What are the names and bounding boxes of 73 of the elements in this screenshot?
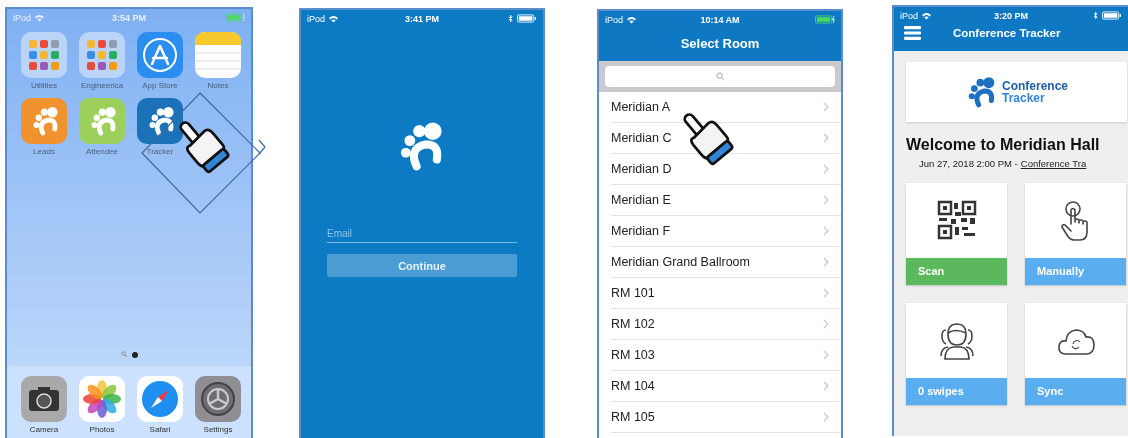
chevron-icon — [823, 133, 829, 143]
chevron-icon — [823, 381, 829, 391]
app-label: Engineerica — [80, 81, 124, 90]
room-row[interactable]: RM 101 — [611, 278, 841, 309]
carrier-label: iPod — [13, 12, 31, 23]
room-row[interactable]: Meridian E — [611, 185, 841, 216]
battery-icon — [1102, 11, 1122, 20]
chevron-icon — [823, 288, 829, 298]
clock-time: 3:20 PM — [994, 10, 1028, 21]
folder-icon[interactable] — [79, 32, 125, 78]
app-label: Settings — [203, 425, 233, 434]
app-store-icon[interactable] — [137, 32, 183, 78]
app-icon[interactable] — [21, 98, 67, 144]
photos-icon[interactable] — [79, 376, 125, 422]
app-label: Camera — [29, 425, 59, 434]
clock-time: 3:54 PM — [112, 12, 146, 23]
app-label: Attendee — [86, 147, 118, 156]
room-row[interactable]: RM 104 — [611, 371, 841, 402]
carrier-label: iPod — [900, 10, 918, 21]
carrier-label: iPod — [307, 13, 325, 24]
room-row[interactable]: RM 103 — [611, 340, 841, 371]
app-label: Utilities — [31, 81, 57, 90]
app-label: Safari — [149, 425, 171, 434]
notes-icon[interactable] — [195, 32, 241, 78]
wifi-icon — [34, 13, 45, 22]
chevron-icon — [823, 319, 829, 329]
wifi-icon — [626, 15, 637, 24]
qr-code-icon — [936, 199, 977, 242]
screen-title: Conference Tracker — [953, 27, 1061, 39]
app-icon[interactable] — [137, 98, 183, 144]
email-field[interactable]: Email — [327, 225, 517, 243]
page-dot-icon — [131, 351, 138, 358]
battery-icon — [815, 15, 835, 24]
logo-text: Tracker — [1002, 92, 1046, 104]
app-label: Photos — [89, 425, 115, 434]
app-label: Notes — [207, 81, 229, 90]
chevron-icon — [823, 102, 829, 112]
app-label: Leads — [33, 147, 55, 156]
battery-icon — [517, 14, 537, 23]
chevron-icon — [823, 164, 829, 174]
chevron-icon — [258, 139, 266, 155]
camera-icon[interactable] — [21, 376, 67, 422]
date-text: Jun 27, 2018 2:00 PM - — [919, 158, 1018, 169]
chevron-icon — [823, 412, 829, 422]
clock-time: 10:14 AM — [700, 14, 740, 25]
room-row[interactable]: Meridian Grand Ballroom — [611, 247, 841, 278]
battery-icon — [225, 13, 245, 22]
chevron-icon — [823, 195, 829, 205]
conference-link[interactable]: Conference Tra — [1020, 158, 1087, 169]
chevron-icon — [823, 226, 829, 236]
chevron-icon — [823, 257, 829, 267]
welcome-heading: Welcome to Meridian Hall — [905, 136, 1101, 154]
room-row[interactable]: Meridian F — [611, 216, 841, 247]
wifi-icon — [921, 11, 932, 20]
room-row[interactable]: RM 102 — [611, 309, 841, 340]
settings-icon[interactable] — [195, 376, 241, 422]
logo-text: Conference — [1002, 80, 1068, 92]
chevron-icon — [823, 350, 829, 360]
app-label: App Store — [142, 81, 178, 90]
clock-time: 3:41 PM — [405, 13, 439, 24]
compass-icon[interactable] — [137, 376, 183, 422]
wifi-icon — [328, 14, 339, 23]
room-row[interactable]: RM 105 — [611, 402, 841, 433]
folder-icon[interactable] — [21, 32, 67, 78]
screen-title: Select Room — [679, 35, 761, 53]
bluetooth-icon — [508, 14, 513, 23]
search-field[interactable] — [605, 66, 835, 87]
menu-icon[interactable] — [904, 26, 921, 40]
search-icon — [120, 351, 128, 358]
app-label: Tracker — [146, 147, 174, 156]
carrier-label: iPod — [605, 14, 623, 25]
search-icon — [715, 72, 725, 81]
bluetooth-icon — [1093, 11, 1098, 20]
